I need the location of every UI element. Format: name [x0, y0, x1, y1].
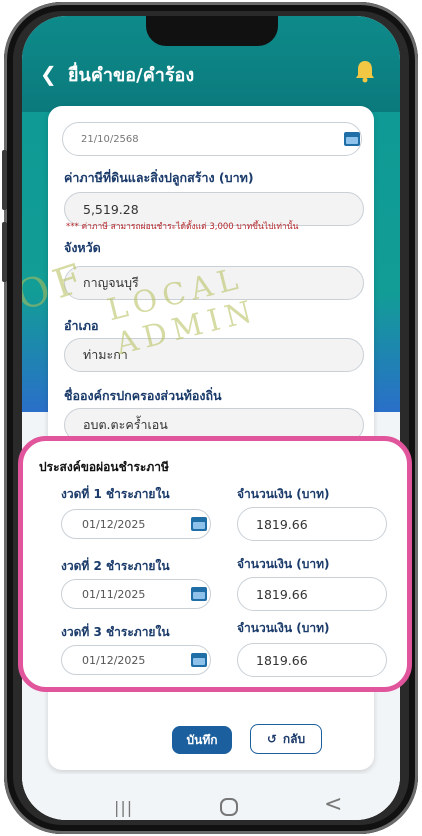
installment-1-date: 01/12/2025: [82, 517, 146, 531]
notch: [146, 16, 278, 46]
installment-2-label: งวดที่ 2 ชำระภายใน: [61, 559, 170, 573]
installment-3-amount: 1819.66: [256, 652, 308, 668]
province-value: กาญจนบุรี: [83, 275, 139, 290]
tax-amount-value: 5,519.28: [83, 201, 139, 217]
tax-label: ค่าภาษีที่ดินและสิ่งปลูกสร้าง (บาท): [64, 170, 254, 185]
org-label: ชื่อองค์กรปกครองส่วนท้องถิ่น: [64, 388, 222, 403]
installment-2-amount-label: จำนวนเงิน (บาท): [237, 557, 330, 571]
back-arrow-icon[interactable]: ❮: [40, 62, 57, 86]
province-label: จังหวัด: [64, 240, 101, 255]
nav-back-icon[interactable]: <: [324, 792, 342, 817]
phone-side-button: [2, 222, 7, 282]
installment-3-amount-field[interactable]: 1819.66: [237, 643, 387, 677]
installment-note: *** ค่าภาษี สามารถผ่อนชำระได้ตั้งแต่ 3,0…: [66, 222, 299, 232]
calendar-icon[interactable]: [191, 587, 207, 601]
recent-apps-icon[interactable]: |||: [114, 798, 133, 817]
calendar-icon[interactable]: [344, 132, 360, 146]
save-button[interactable]: บันทึก: [172, 726, 232, 754]
installment-3-label: งวดที่ 3 ชำระภายใน: [61, 625, 170, 639]
installment-3-date-field[interactable]: 01/12/2025: [61, 645, 211, 675]
installment-3-amount-label: จำนวนเงิน (บาท): [237, 621, 330, 635]
province-field[interactable]: กาญจนบุรี: [64, 266, 364, 300]
back-button[interactable]: ↺ กลับ: [250, 724, 322, 754]
home-icon[interactable]: [220, 798, 238, 816]
back-button-label: กลับ: [282, 731, 306, 746]
page-title: ยื่นคำขอ/คำร้อง: [68, 65, 195, 86]
district-label: อำเภอ: [64, 318, 99, 333]
undo-icon: ↺: [266, 732, 277, 746]
phone-side-button: [2, 150, 7, 210]
org-value: อบต.ตะคร้ำเอน: [83, 417, 168, 432]
phone-screen: ❮ ยื่นคำขอ/คำร้อง 21/10/2568 ค่าภาษีที่ด…: [22, 16, 400, 820]
calendar-icon[interactable]: [191, 517, 207, 531]
installment-1-amount: 1819.66: [256, 516, 308, 532]
installment-2-amount-field[interactable]: 1819.66: [237, 577, 387, 611]
installment-section: ประสงค์ขอผ่อนชำระภาษี งวดที่ 1 ชำระภายใน…: [18, 436, 412, 692]
bell-icon[interactable]: [352, 58, 378, 84]
submission-date-value: 21/10/2568: [81, 133, 139, 145]
installment-1-amount-field[interactable]: 1819.66: [237, 507, 387, 541]
district-field[interactable]: ท่ามะกา: [64, 338, 364, 372]
calendar-icon[interactable]: [191, 653, 207, 667]
district-value: ท่ามะกา: [83, 347, 128, 362]
android-nav-bar: ||| <: [22, 774, 400, 820]
installment-2-date-field[interactable]: 01/11/2025: [61, 579, 211, 609]
installment-1-amount-label: จำนวนเงิน (บาท): [237, 487, 330, 501]
installment-2-date: 01/11/2025: [82, 587, 146, 601]
installment-3-date: 01/12/2025: [82, 653, 146, 667]
installment-title: ประสงค์ขอผ่อนชำระภาษี: [39, 460, 169, 474]
installment-1-label: งวดที่ 1 ชำระภายใน: [61, 487, 170, 501]
installment-2-amount: 1819.66: [256, 586, 308, 602]
installment-1-date-field[interactable]: 01/12/2025: [61, 509, 211, 539]
submission-date-field[interactable]: 21/10/2568: [62, 122, 362, 156]
